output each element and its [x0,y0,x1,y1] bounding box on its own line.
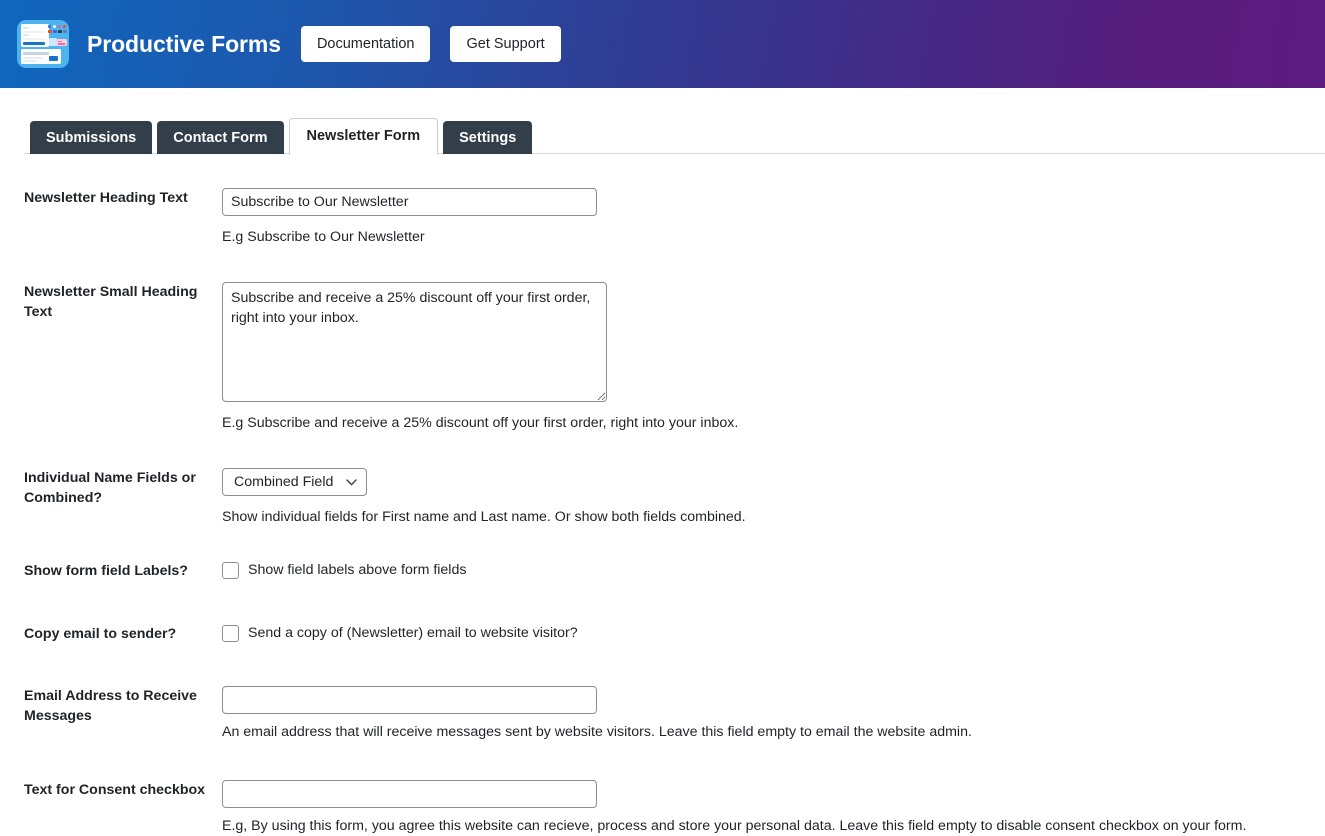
row-show-field-labels: Show form field Labels? Show field label… [0,561,1325,581]
tab-contact-form[interactable]: Contact Form [157,121,284,154]
row-copy-email-to-sender: Copy email to sender? Send a copy of (Ne… [0,624,1325,644]
row-receive-email-address: Email Address to Receive Messages An ema… [0,686,1325,742]
app-title: Productive Forms [87,30,281,57]
hint-receive-email-address: An email address that will receive messa… [222,724,972,740]
tab-settings[interactable]: Settings [443,121,533,154]
logo-list-panel [20,49,61,64]
app-header: Productive Forms Documentation Get Suppo… [0,0,1325,88]
hint-name-fields-mode: Show individual fields for First name an… [222,509,746,525]
label-newsletter-heading-text: Newsletter Heading Text [24,190,188,206]
name-fields-mode-select[interactable]: Combined Field [222,468,368,496]
row-newsletter-small-heading-text: Newsletter Small Heading Text Subscribe … [0,282,1325,433]
newsletter-small-heading-text-textarea[interactable]: Subscribe and receive a 25% discount off… [222,282,607,402]
tab-submissions[interactable]: Submissions [30,121,153,154]
label-copy-email-to-sender: Copy email to sender? [24,626,177,642]
label-consent-checkbox-text: Text for Consent checkbox [24,782,206,798]
chevron-down-icon [346,478,358,486]
row-newsletter-heading-text: Newsletter Heading Text E.g Subscribe to… [0,188,1325,247]
receive-email-address-input[interactable] [222,686,597,714]
label-name-fields-mode: Individual Name Fields or Combined? [24,470,196,506]
hint-consent-checkbox-text: E.g, By using this form, you agree this … [222,818,1247,834]
name-fields-mode-selected-value: Combined Field [234,474,334,490]
tab-bar: Submissions Contact Form Newsletter Form… [0,107,1325,155]
copy-email-to-sender-checkbox-label: Send a copy of (Newsletter) email to web… [248,625,578,641]
label-show-field-labels: Show form field Labels? [24,563,188,579]
tab-newsletter-form[interactable]: Newsletter Form [288,118,439,155]
newsletter-heading-text-input[interactable] [222,188,597,216]
hint-newsletter-small-heading-text: E.g Subscribe and receive a 25% discount… [222,415,739,431]
logo-card-pink [56,39,67,46]
row-consent-checkbox-text: Text for Consent checkbox E.g, By using … [0,780,1325,836]
hint-newsletter-heading-text: E.g Subscribe to Our Newsletter [222,229,425,245]
copy-email-to-sender-checkbox[interactable] [222,624,239,642]
show-field-labels-checkbox-label: Show field labels above form fields [248,562,467,578]
productive-forms-logo-icon [17,20,69,68]
logo-icon-grid [48,24,67,36]
label-newsletter-small-heading-text: Newsletter Small Heading Text [24,284,198,320]
newsletter-form-settings: Newsletter Heading Text E.g Subscribe to… [0,188,1325,836]
show-field-labels-checkbox[interactable] [222,561,239,579]
get-support-button[interactable]: Get Support [450,26,561,62]
documentation-button[interactable]: Documentation [300,26,431,62]
consent-checkbox-text-input[interactable] [222,780,597,808]
label-receive-email-address: Email Address to Receive Messages [24,688,197,724]
row-name-fields-mode: Individual Name Fields or Combined? Comb… [0,468,1325,527]
logo-form-panel [20,24,49,47]
